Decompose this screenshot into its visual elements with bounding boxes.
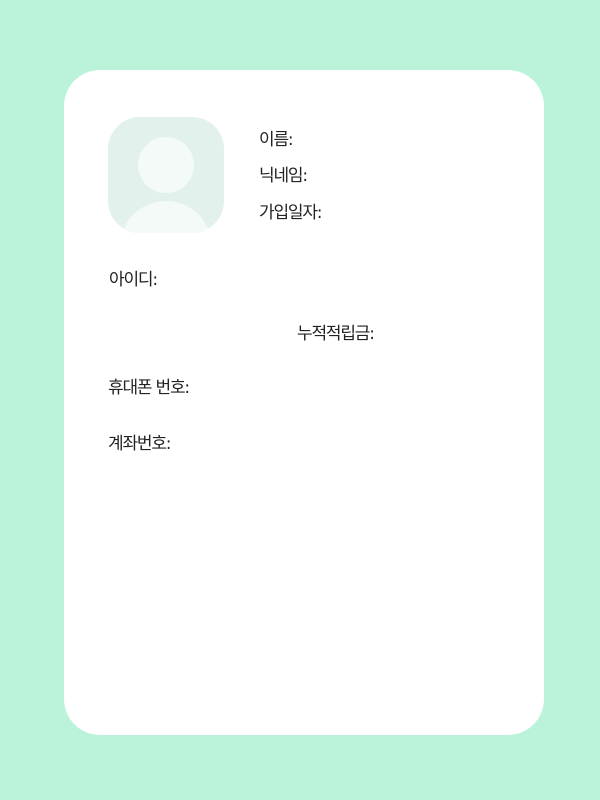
name-label: 이름: [259,130,294,150]
nickname-label: 닉네임: [259,166,308,186]
accumulated-points-label: 누적적립금: [297,324,375,344]
avatar-body-shape [120,201,212,233]
phone-number-label: 휴대폰 번호: [108,378,190,398]
join-date-label: 가입일자: [259,203,323,223]
account-number-label: 계좌번호: [108,434,172,454]
avatar-head-shape [138,137,194,193]
profile-card: 이름: 닉네임: 가입일자: 아이디: 누적적립금: 휴대폰 번호: 계좌번호: [64,70,544,735]
avatar-placeholder-icon [108,117,224,233]
user-id-label: 아이디: [109,270,158,290]
